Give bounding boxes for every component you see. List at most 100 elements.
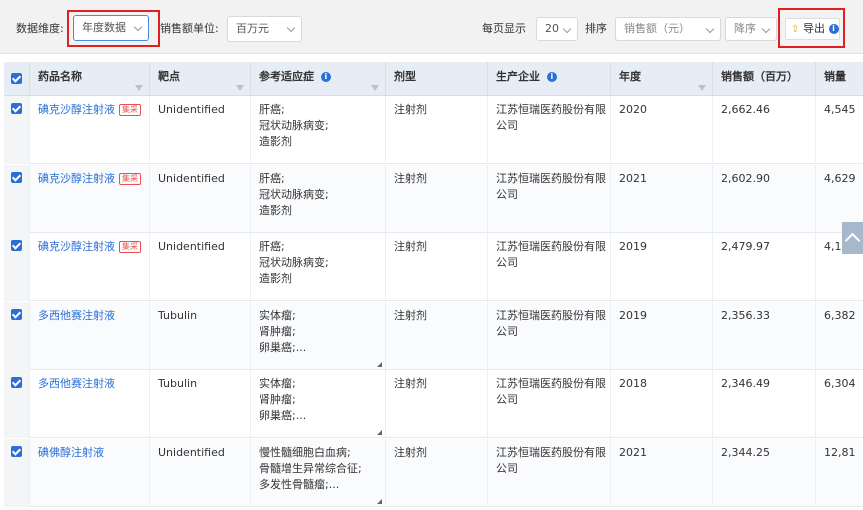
indication-line: 骨髓增生异常综合征;	[259, 461, 362, 475]
column-header-label: 年度	[619, 70, 641, 83]
sales-value: 2,662.46	[721, 103, 770, 116]
company-line: 公司	[496, 461, 518, 475]
row-checkbox[interactable]	[11, 103, 22, 114]
column-header-sales[interactable]: 销售额（百万）	[713, 62, 816, 96]
year-value: 2018	[619, 377, 647, 390]
table-row[interactable]: 多西他赛注射液 Tubulin 实体瘤; 肾肿瘤; 卵巢癌;... 注射剂 江苏恒瑞医药股份…	[4, 301, 863, 370]
info-icon[interactable]: i	[320, 72, 331, 82]
row-select-cell	[4, 438, 30, 507]
dimension-label: 数据维度:	[16, 22, 64, 35]
per-page-select[interactable]: 20	[536, 17, 578, 41]
row-checkbox[interactable]	[11, 445, 22, 457]
drug-name-link[interactable]: 碘克沙醇注射液	[38, 103, 115, 116]
indication-line: 卵巢癌;...	[259, 409, 307, 422]
filter-icon[interactable]	[698, 85, 706, 92]
indication-cell: 肝癌; 冠状动脉病变; 造影剂	[251, 164, 386, 233]
table-row[interactable]: 碘佛醇注射液 Unidentified 慢性髓细胞白血病; 骨髓增生异常综合征; 多发性…	[4, 438, 863, 507]
row-checkbox[interactable]	[11, 377, 22, 388]
sort-order-value: 降序	[734, 22, 756, 35]
indication-cell: 肝癌; 冠状动脉病变; 造影剂	[251, 96, 386, 164]
procurement-badge: 集采	[119, 241, 141, 253]
scroll-to-top-button[interactable]	[842, 222, 863, 254]
sales-value: 2,479.97	[721, 240, 770, 253]
highlight-box-dimension	[67, 10, 160, 47]
expand-corner-icon[interactable]	[377, 361, 382, 367]
select-all-checkbox[interactable]	[11, 73, 22, 84]
form-cell: 注射剂	[386, 164, 488, 233]
year-cell: 2021	[611, 438, 713, 507]
filter-icon[interactable]	[236, 85, 244, 92]
column-header-label: 生产企业	[496, 70, 540, 83]
column-header-company[interactable]: 生产企业 i	[488, 62, 611, 96]
column-header-target[interactable]: 靶点	[150, 62, 251, 96]
page: 数据维度: 年度数据 销售额单位: 百万元 每页显示 20 排序 销售额（元） …	[0, 0, 863, 510]
row-checkbox[interactable]	[11, 308, 22, 320]
indication-line: 肝癌;	[259, 103, 285, 116]
column-header-form[interactable]: 剂型	[386, 62, 488, 96]
sales-cell: 2,346.49	[713, 370, 816, 438]
info-icon[interactable]: i	[546, 72, 557, 82]
filter-icon[interactable]	[371, 85, 379, 92]
drug-name-link[interactable]: 多西他赛注射液	[38, 377, 115, 390]
column-header-label: 剂型	[394, 70, 416, 83]
unit-label: 销售额单位:	[160, 22, 219, 35]
procurement-badge: 集采	[119, 172, 141, 185]
volume-value: 6,382	[824, 308, 856, 322]
volume-value: 6,304	[824, 377, 856, 390]
sales-cell: 2,662.46	[713, 96, 816, 164]
company-cell: 江苏恒瑞医药股份有限 公司	[488, 164, 611, 233]
drug-name-cell: 碘克沙醇注射液 集采	[30, 96, 150, 164]
target-cell: Unidentified	[150, 438, 251, 507]
drug-name-link[interactable]: 碘克沙醇注射液	[38, 172, 115, 185]
drug-name-link[interactable]: 碘佛醇注射液	[38, 446, 104, 459]
drug-name-link[interactable]: 碘克沙醇注射液	[38, 240, 115, 253]
company-cell: 江苏恒瑞医药股份有限 公司	[488, 301, 611, 370]
company-line: 公司	[496, 187, 518, 201]
indication-line: 多发性骨髓瘤;...	[259, 477, 340, 491]
row-checkbox[interactable]	[11, 240, 22, 251]
per-page-label: 每页显示	[482, 22, 526, 35]
year-cell: 2021	[611, 164, 713, 233]
filter-icon[interactable]	[135, 85, 143, 92]
indication-line: 肾肿瘤;	[259, 324, 296, 338]
table-row[interactable]: 碘克沙醇注射液 集采 Unidentified 肝癌; 冠状动脉病变; 造影剂 注射剂 江苏恒…	[4, 96, 863, 164]
company-line: 江苏恒瑞医药股份有限	[496, 240, 606, 253]
per-page-value: 20	[545, 22, 559, 35]
sort-field-select[interactable]: 销售额（元）	[615, 17, 721, 41]
drug-name-link[interactable]: 多西他赛注射液	[38, 309, 115, 322]
row-select-cell	[4, 164, 30, 233]
table-header: 药品名称 靶点 参考适应症 i 剂型 生产企业 i 年度 销售额（百万） 销量	[4, 62, 863, 96]
chevron-down-icon	[562, 24, 572, 34]
column-header-year[interactable]: 年度	[611, 62, 713, 96]
year-cell: 2020	[611, 96, 713, 164]
column-header-indication[interactable]: 参考适应症 i	[251, 62, 386, 96]
form-cell: 注射剂	[386, 438, 488, 507]
target-cell: Unidentified	[150, 164, 251, 233]
year-value: 2021	[619, 171, 647, 185]
chevron-down-icon	[705, 24, 715, 34]
column-header-volume[interactable]: 销量	[816, 62, 863, 96]
expand-corner-icon[interactable]	[377, 498, 382, 504]
form-value: 注射剂	[394, 445, 427, 459]
indication-line: 冠状动脉病变;	[259, 119, 329, 132]
target-cell: Tubulin	[150, 370, 251, 438]
indication-line: 冠状动脉病变;	[259, 187, 329, 201]
table-row[interactable]: 多西他赛注射液 Tubulin 实体瘤; 肾肿瘤; 卵巢癌;... 注射剂 江苏恒瑞医药股份…	[4, 370, 863, 438]
drug-name-cell: 碘佛醇注射液	[30, 438, 150, 507]
column-header-name[interactable]: 药品名称	[30, 62, 150, 96]
column-header-label: 参考适应症	[259, 70, 314, 83]
table-row[interactable]: 碘克沙醇注射液 集采 Unidentified 肝癌; 冠状动脉病变; 造影剂 注射剂 江苏恒…	[4, 164, 863, 233]
table-row[interactable]: 碘克沙醇注射液 集采 Unidentified 肝癌; 冠状动脉病变; 造影剂 注射剂 江苏恒…	[4, 233, 863, 301]
unit-select[interactable]: 百万元	[227, 16, 302, 42]
sort-label: 排序	[585, 22, 607, 35]
select-all-cell	[4, 62, 30, 96]
year-value: 2019	[619, 240, 647, 253]
volume-value: 4,629	[824, 171, 856, 185]
row-checkbox[interactable]	[11, 171, 22, 183]
expand-corner-icon[interactable]	[377, 430, 382, 435]
year-cell: 2019	[611, 301, 713, 370]
indication-line: 肝癌;	[259, 240, 285, 253]
sales-cell: 2,356.33	[713, 301, 816, 370]
column-header-label: 销售额（百万）	[721, 70, 798, 83]
sort-order-select[interactable]: 降序	[725, 17, 777, 41]
